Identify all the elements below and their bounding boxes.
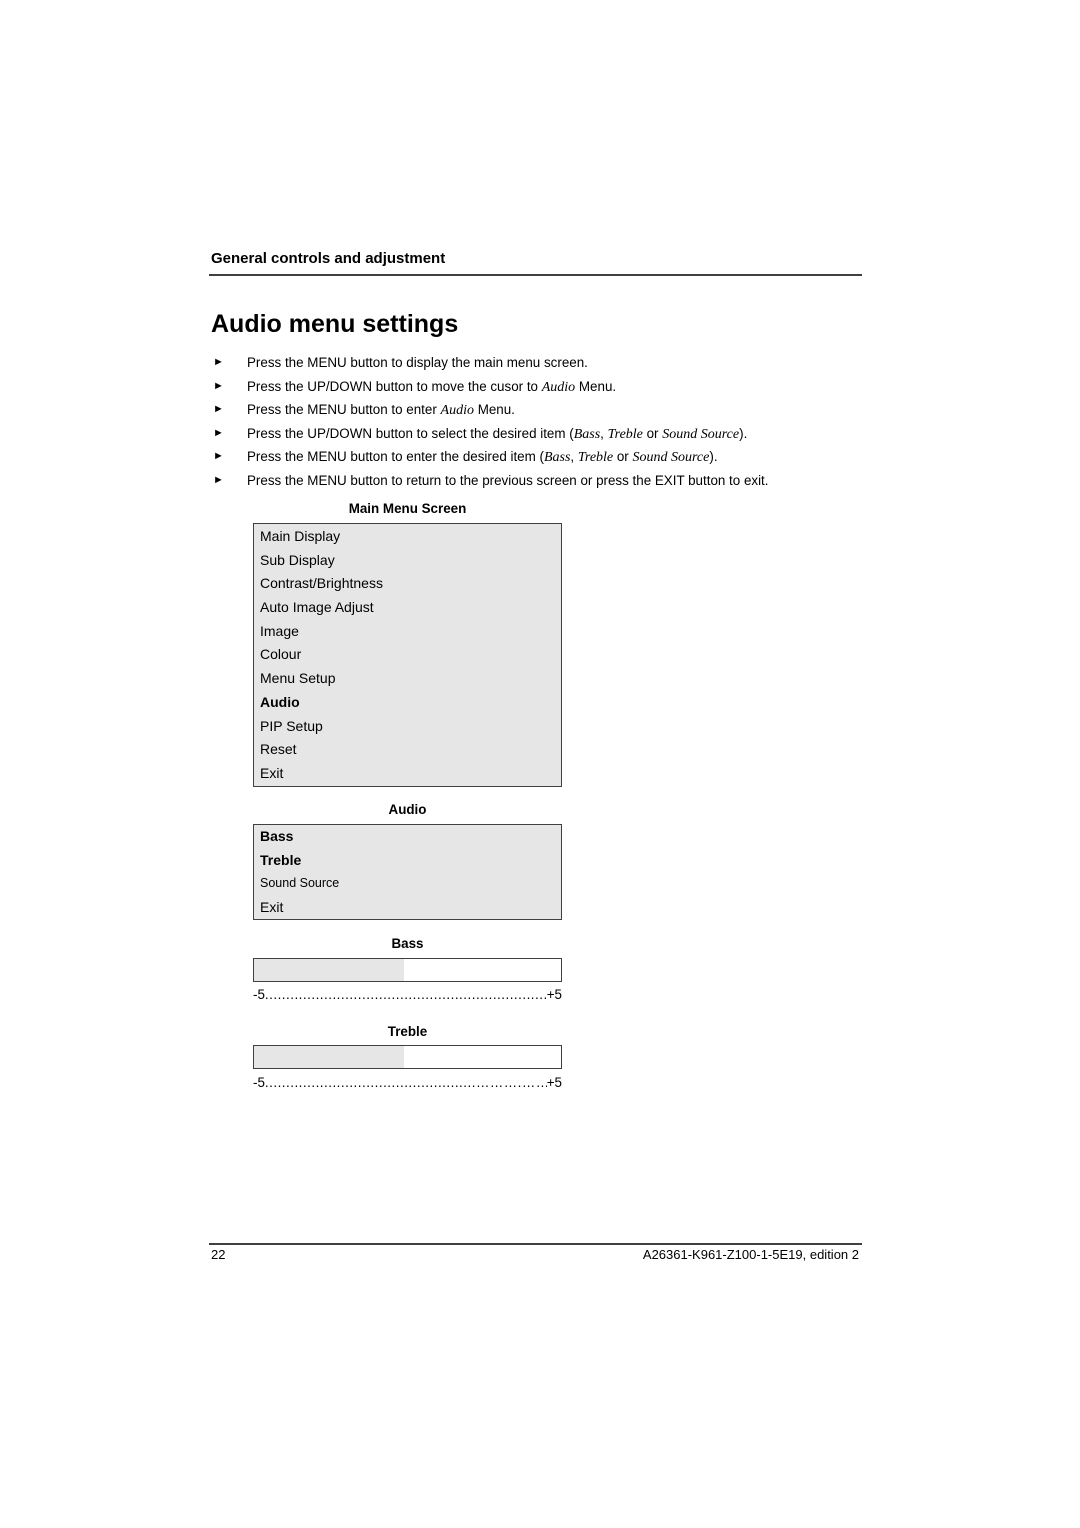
bass-scale: -5 .....................................…: [253, 987, 562, 1002]
treble-min-label: -5: [253, 1075, 265, 1090]
treble-max-label: +5: [546, 1075, 562, 1090]
step-text-part: Menu.: [575, 378, 617, 394]
menu-item-menu-setup[interactable]: Menu Setup: [254, 667, 561, 691]
menu-term: Audio: [541, 379, 576, 395]
bass-scale-dots: ........................................…: [264, 987, 547, 1002]
menu-item-pip-setup[interactable]: PIP Setup: [254, 715, 561, 739]
step-text: Press the UP/DOWN button to select the d…: [247, 424, 747, 444]
step-text-part: ).: [739, 425, 748, 441]
main-menu-screen: Main Display Sub Display Contrast/Brightne…: [253, 523, 562, 787]
step-text-part: ).: [709, 449, 718, 465]
menu-item-sound-source[interactable]: Sound Source: [254, 872, 561, 896]
menu-term: Sound Source: [662, 426, 740, 442]
menu-term: Bass: [543, 450, 571, 466]
menu-term: Treble: [577, 450, 614, 466]
bass-max-label: +5: [546, 987, 562, 1002]
menu-item-treble[interactable]: Treble: [254, 849, 561, 873]
document-id: A26361-K961-Z100-1-5E19, edition 2: [642, 1247, 859, 1262]
step-text: Press the MENU button to return to the p…: [247, 471, 769, 490]
menu-item-audio[interactable]: Audio: [254, 691, 561, 715]
manual-page: General controls and adjustment Audio me…: [0, 0, 1080, 1528]
treble-level-bar: [253, 1045, 562, 1069]
bullet-arrow-icon: ►: [213, 356, 224, 368]
bullet-arrow-icon: ►: [213, 379, 224, 392]
footer-divider: [209, 1243, 862, 1245]
menu-term: Treble: [607, 426, 643, 442]
main-menu-caption: Main Menu Screen: [348, 501, 467, 516]
step-text-part: or: [642, 425, 663, 441]
menu-item-contrast-brightness[interactable]: Contrast/Brightness: [254, 572, 561, 596]
menu-item-reset[interactable]: Reset: [254, 738, 561, 762]
audio-menu-screen: Bass Treble Sound Source Exit: [253, 824, 562, 920]
step-text: Press the UP/DOWN button to move the cus…: [247, 377, 616, 397]
audio-menu-caption: Audio: [388, 802, 427, 817]
bass-min-label: -5: [253, 987, 265, 1002]
menu-item-exit[interactable]: Exit: [254, 896, 561, 920]
section-header: General controls and adjustment: [211, 250, 446, 267]
step-text-part: or: [613, 449, 633, 465]
menu-item-sub-display[interactable]: Sub Display: [254, 549, 561, 573]
menu-item-image[interactable]: Image: [254, 620, 561, 644]
menu-item-colour[interactable]: Colour: [254, 643, 561, 667]
step-text-part: Menu.: [473, 402, 515, 418]
step-text: Press the MENU button to enter the desir…: [247, 447, 718, 467]
bullet-arrow-icon: ►: [213, 426, 224, 439]
bullet-arrow-icon: ►: [213, 403, 224, 416]
menu-item-main-display[interactable]: Main Display: [254, 525, 561, 549]
step-text-part: ,: [600, 425, 608, 441]
menu-term: Audio: [440, 403, 474, 419]
step-text: Press the MENU button to enter Audio Men…: [247, 400, 515, 420]
step-text-part: Press the MENU button to enter the desir…: [247, 449, 544, 465]
step-text-part: Press the UP/DOWN button to select the d…: [247, 425, 574, 441]
treble-level-fill: [254, 1046, 405, 1068]
step-text-part: Press the MENU button to enter: [247, 402, 441, 418]
step-text-part: ,: [570, 449, 578, 465]
page-number: 22: [211, 1247, 226, 1262]
bass-level-fill: [254, 959, 405, 981]
bullet-arrow-icon: ►: [213, 450, 224, 463]
menu-item-exit[interactable]: Exit: [254, 762, 561, 786]
page-title: Audio menu settings: [211, 310, 459, 338]
treble-scale: -5 .....................................…: [253, 1075, 562, 1090]
treble-scale-dots: ........................................…: [264, 1075, 547, 1090]
bass-caption: Bass: [391, 936, 424, 951]
bullet-arrow-icon: ►: [213, 473, 224, 486]
menu-item-bass[interactable]: Bass: [254, 825, 561, 849]
menu-term: Sound Source: [632, 450, 710, 466]
menu-item-auto-image-adjust[interactable]: Auto Image Adjust: [254, 596, 561, 620]
treble-caption: Treble: [387, 1024, 428, 1039]
step-text: Press the MENU button to display the mai…: [247, 353, 588, 372]
bass-level-bar: [253, 958, 562, 982]
step-text-part: Press the MENU button to return to the p…: [247, 472, 769, 488]
menu-term: Bass: [573, 426, 601, 442]
step-text-part: Press the UP/DOWN button to move the cus…: [247, 378, 542, 394]
step-text-part: Press the MENU button to display the mai…: [247, 355, 588, 370]
header-divider: [209, 274, 862, 276]
